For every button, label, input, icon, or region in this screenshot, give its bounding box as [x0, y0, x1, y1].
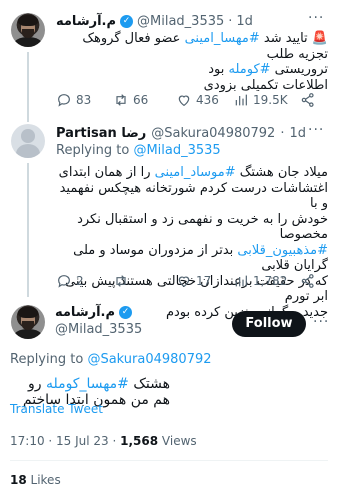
tweet-time[interactable]: 1d — [289, 126, 306, 141]
more-options-icon[interactable]: ··· — [308, 122, 324, 138]
hashtag-link[interactable]: #کومله — [229, 62, 271, 77]
reply-count: 83 — [76, 93, 92, 107]
views-count: 19.5K — [253, 93, 288, 107]
retweet-button[interactable]: 66 — [113, 92, 148, 108]
share-button[interactable] — [300, 273, 316, 289]
replying-to-handle[interactable]: @Milad_3535 — [133, 143, 220, 158]
reply-icon — [58, 275, 70, 288]
tweet-actions: 83 66 436 19.5K — [56, 91, 326, 109]
views-icon — [235, 275, 247, 287]
retweet-icon — [116, 94, 126, 106]
hashtag-link[interactable]: #مهسا_کومله — [46, 376, 129, 392]
views-button[interactable]: 1,782 — [233, 273, 287, 289]
retweet-count: 66 — [133, 93, 149, 107]
replying-to: Replying to @Sakura04980792 — [10, 352, 212, 367]
reply-icon — [58, 94, 70, 107]
verified-badge-icon: ✓ — [120, 14, 134, 28]
likes-count: 18 — [10, 473, 27, 487]
avatar[interactable] — [11, 13, 45, 47]
like-button[interactable]: 17 — [176, 273, 211, 289]
tweet-timestamp: 17:10 · 15 Jul 23 · 1,568 Views — [10, 434, 197, 448]
like-count: 17 — [196, 274, 212, 288]
tweet-text: میلاد جان هشتگ #موساد_امینی را از همان ا… — [58, 165, 328, 320]
share-button[interactable] — [300, 92, 316, 108]
like-count: 436 — [196, 93, 219, 107]
tweet-actions: 2 17 1,782 — [56, 272, 326, 290]
retweet-button[interactable] — [113, 273, 133, 289]
likes-summary[interactable]: 18 Likes — [10, 473, 61, 487]
avatar[interactable] — [11, 305, 45, 339]
display-name[interactable]: Partisan رضا — [56, 126, 146, 141]
replying-to: Replying to @Milad_3535 — [56, 143, 221, 158]
reply-count: 2 — [76, 274, 84, 288]
avatar[interactable] — [11, 124, 45, 158]
views-label: Views — [158, 434, 197, 448]
more-options-icon[interactable]: ··· — [313, 314, 329, 330]
views-icon — [235, 94, 247, 106]
reply-button[interactable]: 2 — [56, 273, 84, 289]
reply-button[interactable]: 83 — [56, 92, 91, 108]
heart-icon — [178, 276, 190, 288]
tweet-header: Partisan رضا @Sakura04980792 · 1d — [56, 125, 307, 141]
author-info: م.آرشامه ✓ @Milad_3535 — [55, 305, 225, 337]
share-icon — [301, 93, 314, 107]
thread-line — [27, 163, 29, 297]
share-icon — [301, 274, 314, 288]
more-options-icon[interactable]: ··· — [308, 10, 324, 26]
translate-tweet-link[interactable]: Translate Tweet — [10, 402, 103, 416]
retweet-icon — [116, 275, 126, 287]
heart-icon — [178, 95, 190, 107]
likes-label: Likes — [26, 473, 61, 487]
hashtag-link[interactable]: #مهسا_امینی — [185, 31, 260, 46]
display-name[interactable]: م.آرشامه — [56, 14, 116, 29]
hashtag-link[interactable]: #مذهبیون_قلابی — [237, 243, 328, 258]
tweet-header: م.آرشامه ✓ @Milad_3535 · 1d — [56, 13, 253, 29]
views-count: 1,782 — [253, 274, 288, 288]
verified-badge-icon: ✓ — [119, 306, 133, 319]
display-name[interactable]: م.آرشامه — [55, 305, 115, 320]
divider — [10, 460, 328, 461]
user-handle[interactable]: @Milad_3535 — [55, 322, 225, 337]
timestamp[interactable]: 17:10 · 15 Jul 23 · — [10, 434, 120, 448]
hashtag-link[interactable]: #موساد_امینی — [155, 165, 236, 180]
user-handle[interactable]: @Milad_3535 — [137, 14, 224, 29]
user-handle[interactable]: @Sakura04980792 — [151, 126, 275, 141]
follow-button[interactable]: Follow — [232, 311, 306, 337]
replying-to-handle[interactable]: @Sakura04980792 — [87, 352, 211, 367]
thread-line — [27, 52, 29, 122]
tweet-text: 🚨 تایید شد #مهسا_امینی عضو فعال گروهک تج… — [82, 31, 328, 93]
tweet-time[interactable]: 1d — [236, 14, 253, 29]
views-button[interactable]: 19.5K — [233, 92, 288, 108]
views-count: 1,568 — [120, 434, 159, 448]
like-button[interactable]: 436 — [176, 92, 219, 108]
